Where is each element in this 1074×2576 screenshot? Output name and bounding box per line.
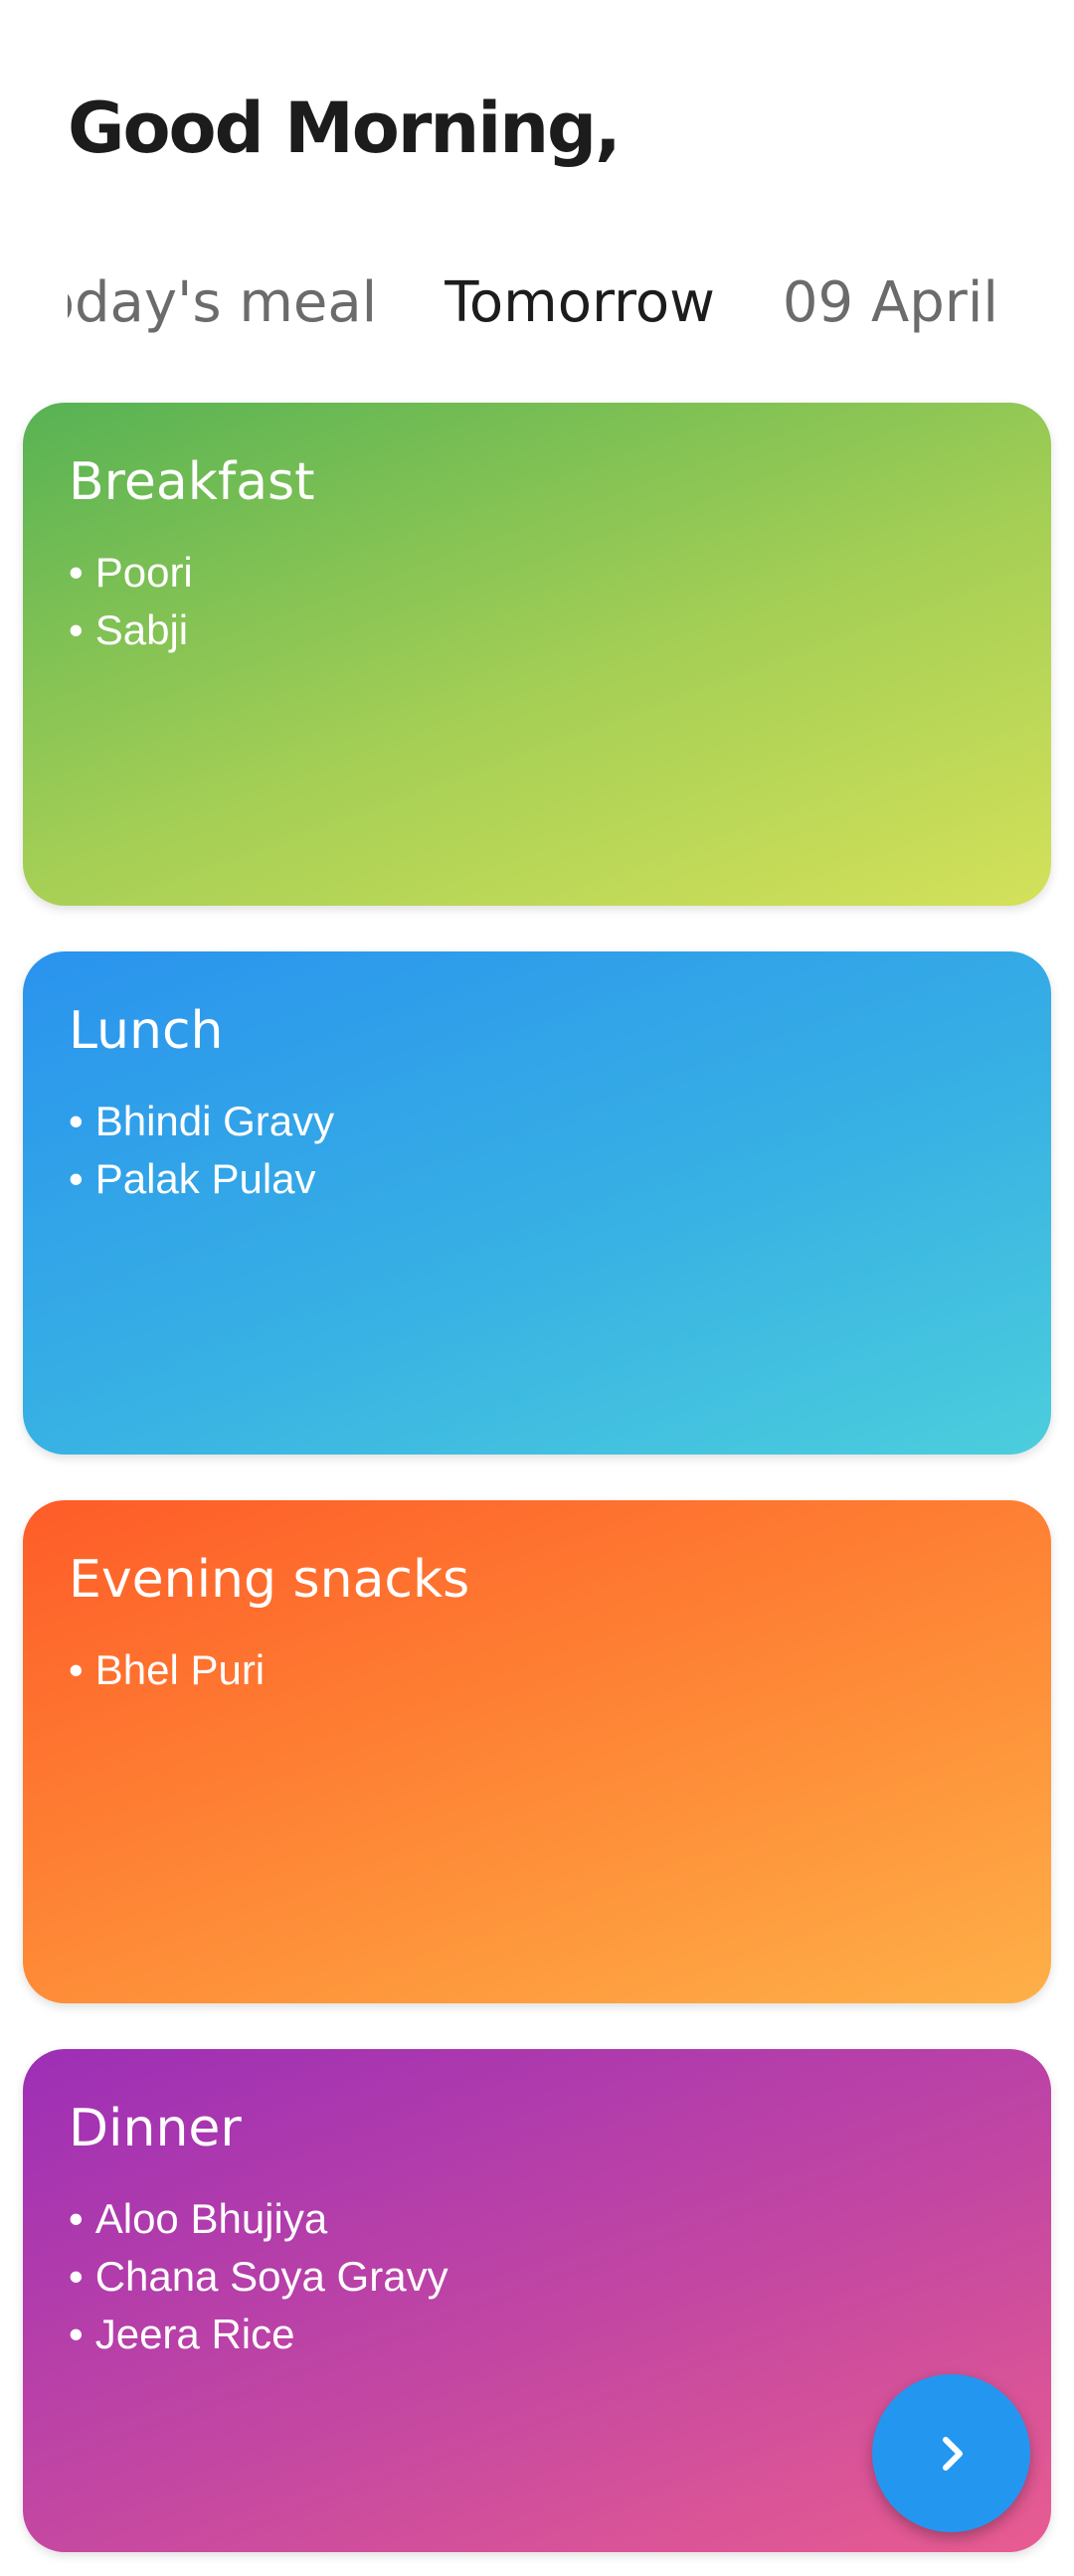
greeting-title: Good Morning,	[68, 87, 622, 169]
next-button[interactable]	[872, 2374, 1030, 2532]
meal-item: • Sabji	[69, 606, 189, 653]
meal-item: • Jeera Rice	[69, 2311, 295, 2357]
meal-item: • Bhindi Gravy	[69, 1098, 335, 1144]
meal-item: • Bhel Puri	[69, 1646, 266, 1693]
meal-title: Breakfast	[69, 452, 315, 512]
meal-item: • Poori	[69, 549, 193, 596]
meal-item: • Aloo Bhujiya	[69, 2195, 328, 2242]
meal-item: • Chana Soya Gravy	[69, 2253, 448, 2300]
meal-title: Evening snacks	[69, 1550, 470, 1610]
meal-title: Lunch	[69, 1001, 224, 1061]
meal-card-breakfast[interactable]: Breakfast • Poori • Sabji	[23, 403, 1051, 906]
meal-item-list: • Bhel Puri	[69, 1641, 1051, 1699]
meal-card-lunch[interactable]: Lunch • Bhindi Gravy • Palak Pulav	[23, 951, 1051, 1455]
meal-card-evening-snacks[interactable]: Evening snacks • Bhel Puri	[23, 1500, 1051, 2003]
meal-title: Dinner	[69, 2099, 242, 2158]
tab-todays-meal[interactable]: Today's meal	[68, 260, 377, 346]
meal-item-list: • Bhindi Gravy • Palak Pulav	[69, 1093, 1051, 1208]
tab-tomorrow[interactable]: Tomorrow	[445, 260, 715, 346]
meal-item-list: • Aloo Bhujiya • Chana Soya Gravy • Jeera R…	[69, 2190, 1051, 2363]
chevron-right-icon	[942, 2436, 963, 2471]
tab-09-april[interactable]: 09 April	[783, 260, 998, 346]
meal-item: • Palak Pulav	[69, 1155, 316, 1202]
day-tabs: Today's meal Tomorrow 09 April	[68, 260, 1074, 346]
meal-item-list: • Poori • Sabji	[69, 544, 1051, 659]
